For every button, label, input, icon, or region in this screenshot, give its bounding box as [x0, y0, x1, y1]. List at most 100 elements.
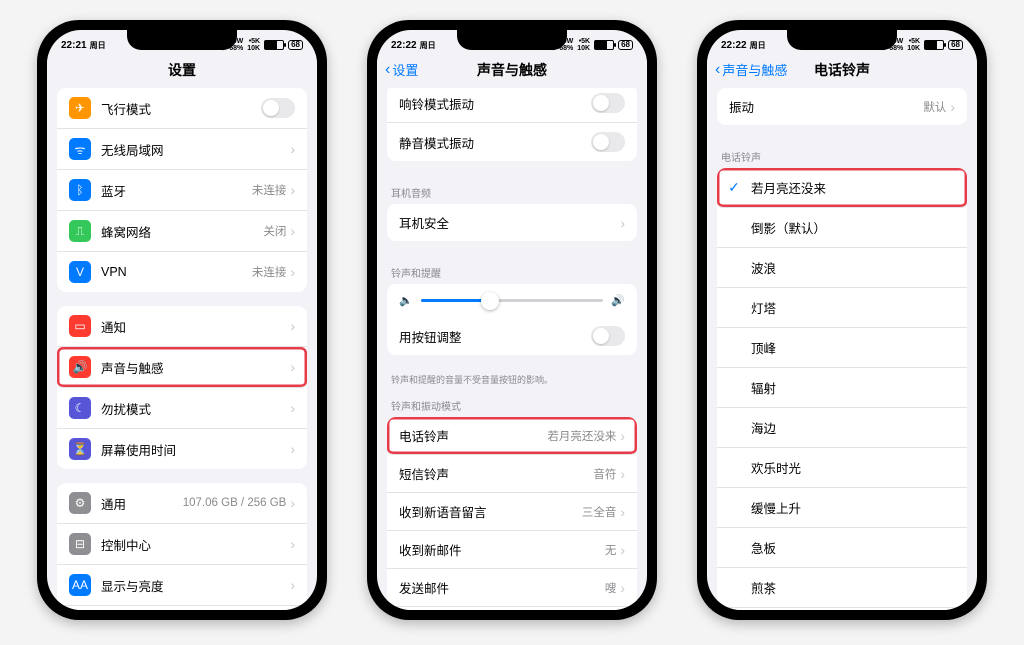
section-footer-ringer: 铃声和提醒的音量不受音量按钮的影响。 [377, 369, 647, 388]
notch [787, 30, 897, 50]
phone-frame-2: 22:22 周日 2123Ah 31℃ 0W 68% •5K 10K 68 [367, 20, 657, 620]
nav-bar: ‹ 设置 声音与触感 [377, 54, 647, 88]
status-day: 周日 [90, 40, 106, 51]
vpn-icon: V [69, 261, 91, 283]
ringtone-row[interactable]: 海边 [717, 408, 967, 448]
settings-row-wifi[interactable]: ᯤ无线局域网› [57, 129, 307, 170]
status-time: 22:22 [391, 40, 417, 51]
pattern-row[interactable]: 短信铃声音符› [387, 455, 637, 493]
screentime-icon: ⏳ [69, 438, 91, 460]
ringtone-row[interactable]: 急板 [717, 528, 967, 568]
row-label: 收到新邮件 [399, 540, 605, 559]
chevron-right-icon: › [620, 428, 625, 444]
row-value: 未连接 [252, 182, 287, 198]
ringtone-row[interactable]: 煎茶 [717, 568, 967, 608]
ringtone-row[interactable]: 波浪 [717, 248, 967, 288]
row-label: 用按钮调整 [399, 327, 591, 346]
patterns-group: 电话铃声若月亮还没来›短信铃声音符›收到新语音留言三全音›收到新邮件无›发送邮件… [387, 417, 637, 610]
ringtone-row[interactable]: 辐射 [717, 368, 967, 408]
ringtone-row[interactable]: 灯塔 [717, 288, 967, 328]
settings-row-cellular[interactable]: ⎍蜂窝网络关闭› [57, 211, 307, 252]
chevron-right-icon: › [950, 99, 955, 115]
settings-row-display[interactable]: AA显示与亮度› [57, 565, 307, 606]
pattern-row[interactable]: 电话铃声若月亮还没来› [387, 417, 637, 455]
control-icon: ⊟ [69, 533, 91, 555]
ringer-group: 🔈🔊用按钮调整 [387, 284, 637, 355]
chevron-right-icon: › [290, 223, 295, 239]
chevron-right-icon: › [620, 215, 625, 231]
ringtone-row[interactable]: 顶峰 [717, 328, 967, 368]
notch [127, 30, 237, 50]
back-button[interactable]: ‹ 声音与触感 [715, 60, 787, 79]
vibrate-row[interactable]: 静音模式振动 [387, 123, 637, 161]
ringtone-label: 波浪 [751, 258, 955, 277]
ringtone-content[interactable]: 振动默认› 电话铃声✓若月亮还没来倒影（默认） 波浪灯塔顶峰辐射海边欢乐时光缓慢上升… [707, 88, 977, 610]
pattern-row[interactable]: 收到新语音留言三全音› [387, 493, 637, 531]
vibration-row[interactable]: 振动默认› [717, 88, 967, 125]
settings-group: ▭通知›🔊声音与触感›☾勿扰模式›⏳屏幕使用时间› [57, 306, 307, 469]
ringtone-label: 若月亮还没来 [751, 178, 955, 197]
ringtone-row[interactable]: 倒影（默认） [717, 208, 967, 248]
battery-icon [264, 40, 284, 50]
row-value: 嗖 [605, 580, 617, 596]
row-label: 电话铃声 [399, 426, 547, 445]
screen-3: 22:22 周日 2123Ah 31℃ 0W 68% •5K 10K 68 [707, 30, 977, 610]
toggle[interactable] [591, 326, 625, 346]
ringer-volume-slider[interactable]: 🔈🔊 [387, 284, 637, 317]
row-label: 短信铃声 [399, 464, 593, 483]
ringtones-group: ✓若月亮还没来倒影（默认）波浪灯塔顶峰辐射海边欢乐时光缓慢上升急板煎茶举起开场雷… [717, 168, 967, 610]
headphone-safety-row[interactable]: 耳机安全› [387, 204, 637, 241]
settings-row-vpn[interactable]: VVPN未连接› [57, 252, 307, 292]
toggle[interactable] [261, 98, 295, 118]
pattern-row[interactable]: 发送邮件嗖› [387, 569, 637, 607]
wifi-icon: ᯤ [69, 138, 91, 160]
settings-row-notifications[interactable]: ▭通知› [57, 306, 307, 347]
settings-row-screentime[interactable]: ⏳屏幕使用时间› [57, 429, 307, 469]
battery-icon [594, 40, 614, 50]
settings-content[interactable]: ✈飞行模式ᯤ无线局域网›ᛒ蓝牙未连接›⎍蜂窝网络关闭›VVPN未连接›▭通知›🔊… [47, 88, 317, 610]
ringtone-label: 煎茶 [751, 578, 955, 597]
ringtone-row[interactable]: 举起 [717, 608, 967, 610]
row-value: 三全音 [582, 504, 617, 520]
display-icon: AA [69, 574, 91, 596]
ringtone-row[interactable]: 欢乐时光 [717, 448, 967, 488]
back-button[interactable]: ‹ 设置 [385, 60, 418, 79]
sounds-content[interactable]: 响铃模式振动静音模式振动耳机音频耳机安全›铃声和提醒🔈🔊用按钮调整铃声和提醒的音… [377, 88, 647, 610]
nav-bar: ‹ 声音与触感 电话铃声 [707, 54, 977, 88]
pattern-row[interactable]: 日历提醒和弦› [387, 607, 637, 610]
settings-row-home[interactable]: ▦主屏幕› [57, 606, 307, 610]
settings-row-bluetooth[interactable]: ᛒ蓝牙未连接› [57, 170, 307, 211]
row-label: 勿扰模式 [101, 399, 290, 418]
settings-group: ✈飞行模式ᯤ无线局域网›ᛒ蓝牙未连接›⎍蜂窝网络关闭›VVPN未连接› [57, 88, 307, 292]
row-value: 音符 [593, 466, 616, 482]
headphone-group: 耳机安全› [387, 204, 637, 241]
settings-row-general[interactable]: ⚙通用107.06 GB / 256 GB› [57, 483, 307, 524]
ringtone-row[interactable]: ✓若月亮还没来 [717, 168, 967, 208]
settings-row-airplane[interactable]: ✈飞行模式 [57, 88, 307, 129]
notifications-icon: ▭ [69, 315, 91, 337]
section-header-headphone: 耳机音频 [377, 175, 647, 204]
ringtone-label: 辐射 [751, 378, 955, 397]
volume-high-icon: 🔊 [611, 294, 625, 307]
row-label: 蓝牙 [101, 181, 252, 200]
section-header-ringtones: 电话铃声 [707, 139, 977, 168]
change-with-buttons-row[interactable]: 用按钮调整 [387, 317, 637, 355]
settings-row-sounds[interactable]: 🔊声音与触感› [57, 347, 307, 388]
row-label: 无线局域网 [101, 140, 286, 159]
settings-row-dnd[interactable]: ☾勿扰模式› [57, 388, 307, 429]
ringtone-row[interactable]: 缓慢上升 [717, 488, 967, 528]
volume-low-icon: 🔈 [399, 294, 413, 307]
notch [457, 30, 567, 50]
settings-row-control[interactable]: ⊟控制中心› [57, 524, 307, 565]
toggle[interactable] [591, 93, 625, 113]
chevron-left-icon: ‹ [715, 62, 720, 78]
row-label: 声音与触感 [101, 358, 290, 377]
toggle[interactable] [591, 132, 625, 152]
ringtone-label: 灯塔 [751, 298, 955, 317]
ringtone-label: 海边 [751, 418, 955, 437]
row-label: 收到新语音留言 [399, 502, 582, 521]
nav-bar: 设置 [47, 54, 317, 88]
chevron-right-icon: › [290, 182, 295, 198]
pattern-row[interactable]: 收到新邮件无› [387, 531, 637, 569]
vibrate-row[interactable]: 响铃模式振动 [387, 88, 637, 123]
